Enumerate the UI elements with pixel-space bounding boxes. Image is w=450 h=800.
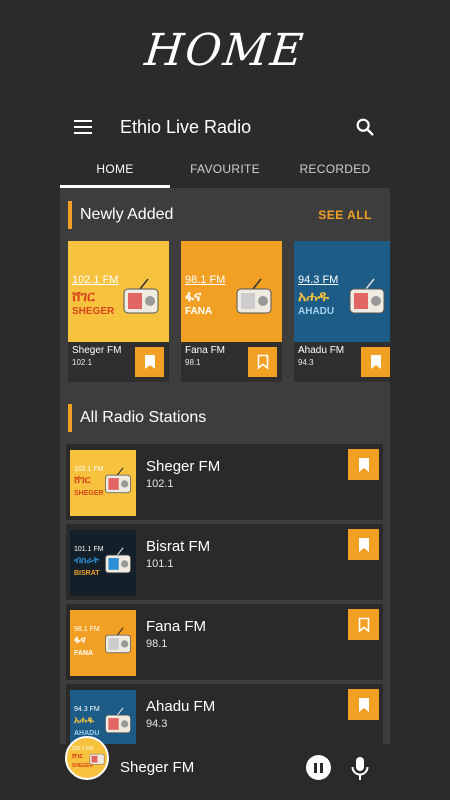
list-item-ahadu[interactable]: 94.3 FM አሐዱ AHADU Ahadu FM 94.3 (66, 684, 383, 744)
station-card-ahadu[interactable]: 94.3 FM አሐዱ AHADU Ahadu FM 94.3 (294, 241, 390, 382)
radio-icon (89, 753, 105, 765)
station-frequency: 102.1 (146, 478, 174, 490)
bookmark-button[interactable] (135, 347, 164, 377)
station-name: Fana FM (146, 618, 207, 635)
radio-icon (105, 627, 131, 654)
bookmark-button[interactable] (348, 609, 379, 640)
station-frequency: 94.3 (146, 718, 168, 730)
mic-icon[interactable] (350, 756, 370, 782)
section-accent-bar (68, 404, 72, 432)
radio-icon (105, 707, 131, 734)
see-all-link[interactable]: SEE ALL (318, 208, 372, 222)
station-card-sheger[interactable]: 102.1 FM ሸገር SHEGER Sheger FM 102.1 (68, 241, 169, 382)
home-content[interactable]: Newly Added SEE ALL 102.1 FM ሸገር SHEGER … (60, 188, 390, 744)
station-frequency: 98.1 (146, 638, 168, 650)
station-logo: 101.1 FM ብስራት BISRAT (70, 530, 136, 596)
bookmark-button[interactable] (348, 449, 379, 480)
station-logo: 94.3 FM አሐዱ AHADU (294, 241, 390, 342)
bookmark-icon (144, 355, 155, 369)
tab-bar: HOME FAVOURITE RECORDED (60, 152, 390, 188)
station-name: Ahadu FM (298, 345, 345, 356)
station-logo: 102.1 FM ሸገር SHEGER (68, 241, 169, 342)
menu-icon[interactable] (74, 115, 98, 139)
pause-button[interactable] (306, 755, 331, 780)
bookmark-button[interactable] (348, 529, 379, 560)
station-logo: 98.1 FM ፋና FANA (181, 241, 282, 342)
section-accent-bar (68, 201, 72, 229)
station-frequency: 102.1 (72, 358, 93, 367)
radio-icon (105, 467, 131, 494)
bookmark-button[interactable] (348, 689, 379, 720)
bookmark-icon (370, 355, 381, 369)
list-item-bisrat[interactable]: 101.1 FM ብስራት BISRAT Bisrat FM 101.1 (66, 524, 383, 600)
radio-icon (105, 547, 131, 574)
radio-icon (123, 278, 159, 314)
station-logo: 102.1 FM ሸገር SHEGER (70, 450, 136, 516)
bookmark-icon (358, 457, 369, 472)
radio-icon (349, 278, 385, 314)
now-playing-artwork: 102.1 FM ሸገር SHEGER (65, 736, 109, 780)
list-item-fana[interactable]: 98.1 FM ፋና FANA Fana FM 98.1 (66, 604, 383, 680)
bookmark-button[interactable] (361, 347, 390, 377)
bookmark-outline-icon (358, 617, 369, 633)
station-name: Bisrat FM (146, 538, 211, 555)
newly-added-title: Newly Added (80, 206, 174, 223)
station-name: Sheger FM (72, 345, 122, 356)
page-banner: HOME (0, 0, 450, 100)
tab-favourite[interactable]: FAVOURITE (170, 152, 280, 188)
station-name: Sheger FM (146, 458, 221, 475)
app-bar: Ethio Live Radio (60, 104, 390, 150)
bookmark-icon (358, 697, 369, 712)
pause-icon (314, 762, 317, 773)
mini-player[interactable]: 102.1 FM ሸገር SHEGER Sheger FM (60, 736, 390, 792)
all-stations-title: All Radio Stations (80, 409, 207, 426)
station-logo: 98.1 FM ፋና FANA (70, 610, 136, 676)
now-playing-title: Sheger FM (120, 759, 195, 776)
list-item-sheger[interactable]: 102.1 FM ሸገር SHEGER Sheger FM 102.1 (66, 444, 383, 520)
station-name: Ahadu FM (146, 698, 216, 715)
bookmark-outline-icon (257, 354, 268, 370)
all-stations-header: All Radio Stations (68, 403, 206, 433)
radio-icon (236, 278, 272, 314)
app-screen: HOME Ethio Live Radio HOME FAVOURITE REC… (0, 0, 450, 800)
station-frequency: 94.3 (298, 358, 314, 367)
station-frequency: 101.1 (146, 558, 174, 570)
tab-recorded[interactable]: RECORDED (280, 152, 390, 188)
app-title: Ethio Live Radio (120, 116, 252, 137)
station-card-fana[interactable]: 98.1 FM ፋና FANA Fana FM 98.1 (181, 241, 282, 382)
station-name: Fana FM (185, 345, 226, 356)
tab-home[interactable]: HOME (60, 152, 170, 188)
bookmark-icon (358, 537, 369, 552)
bookmark-button[interactable] (248, 347, 277, 377)
newly-added-header: Newly Added (68, 200, 173, 230)
banner-title: HOME (142, 24, 308, 76)
search-icon[interactable] (354, 116, 376, 138)
station-frequency: 98.1 (185, 358, 201, 367)
